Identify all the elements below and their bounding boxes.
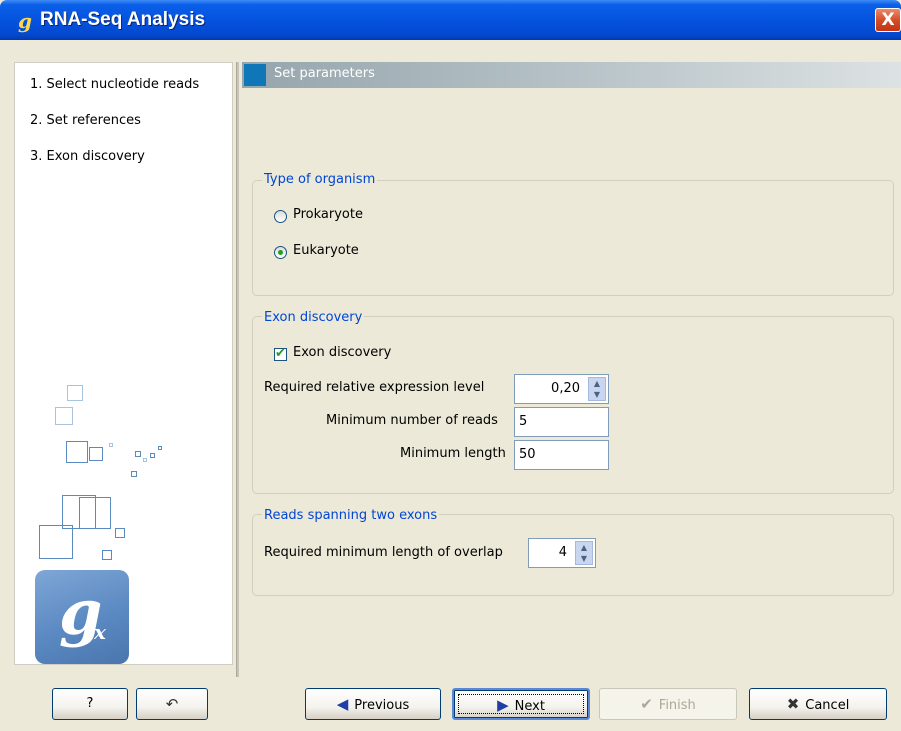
title-bar: g RNA-Seq Analysis X	[0, 0, 901, 40]
min-length-value: 50	[519, 447, 536, 462]
step-select-reads: 1. Select nucleotide reads	[30, 77, 200, 92]
app-logo-icon: g	[18, 9, 32, 33]
reset-icon: ↶	[165, 695, 179, 713]
min-length-label: Minimum length	[400, 446, 506, 461]
organism-legend: Type of organism	[262, 172, 378, 187]
overlap-length-spinner[interactable]: 4 ▲ ▼	[528, 538, 596, 568]
finish-button[interactable]: ✔ Finish	[599, 688, 737, 720]
help-button[interactable]: ?	[52, 688, 128, 720]
header-square-icon	[244, 64, 266, 86]
finish-label: Finish	[658, 698, 696, 713]
vertical-divider	[236, 62, 239, 677]
expression-level-label: Required relative expression level	[264, 380, 485, 395]
previous-label: Previous	[354, 698, 410, 713]
exon-discovery-checkbox[interactable]: ✔	[274, 346, 287, 361]
next-button[interactable]: ▶ Next	[452, 688, 590, 720]
close-button[interactable]: X	[875, 8, 901, 32]
prokaryote-radio[interactable]	[274, 210, 287, 223]
organism-group	[252, 180, 894, 296]
cancel-x-icon: ✖	[786, 695, 800, 713]
section-header: Set parameters	[242, 62, 901, 88]
radio-selected-dot	[278, 250, 283, 255]
arrow-left-icon: ◀	[336, 695, 349, 713]
spinner-arrows-icon[interactable]: ▲ ▼	[588, 377, 606, 401]
section-header-title: Set parameters	[274, 66, 375, 81]
window-title: RNA-Seq Analysis	[40, 9, 206, 30]
overlap-length-label: Required minimum length of overlap	[264, 545, 503, 560]
focus-ring	[458, 694, 584, 714]
clc-gx-logo: g x	[35, 570, 129, 664]
min-reads-input[interactable]: 5	[514, 407, 609, 437]
expression-level-value: 0,20	[551, 381, 580, 396]
cancel-button[interactable]: ✖ Cancel	[749, 688, 887, 720]
min-reads-value: 5	[519, 414, 528, 429]
step-set-references: 2. Set references	[30, 113, 141, 128]
reset-button[interactable]: ↶	[136, 688, 208, 720]
wizard-steps-sidebar: 1. Select nucleotide reads 2. Set refere…	[14, 62, 233, 665]
spanning-legend: Reads spanning two exons	[262, 508, 440, 523]
help-label: ?	[86, 696, 94, 711]
min-length-input[interactable]: 50	[514, 440, 609, 470]
expression-level-spinner[interactable]: 0,20 ▲ ▼	[514, 374, 609, 404]
exon-discovery-legend: Exon discovery	[262, 310, 365, 325]
min-reads-label: Minimum number of reads	[326, 413, 498, 428]
overlap-length-value: 4	[558, 545, 567, 560]
step-exon-discovery: 3. Exon discovery	[30, 149, 145, 164]
prokaryote-label[interactable]: Prokaryote	[293, 207, 363, 222]
cancel-label: Cancel	[805, 698, 850, 713]
eukaryote-label[interactable]: Eukaryote	[293, 243, 359, 258]
previous-button[interactable]: ◀ Previous	[305, 688, 441, 720]
spinner-arrows-icon[interactable]: ▲ ▼	[575, 541, 593, 565]
exon-discovery-checkbox-label[interactable]: Exon discovery	[293, 345, 391, 360]
checkmark-icon: ✔	[640, 695, 653, 713]
eukaryote-radio[interactable]	[274, 246, 287, 259]
checkmark-icon: ✔	[275, 346, 286, 361]
